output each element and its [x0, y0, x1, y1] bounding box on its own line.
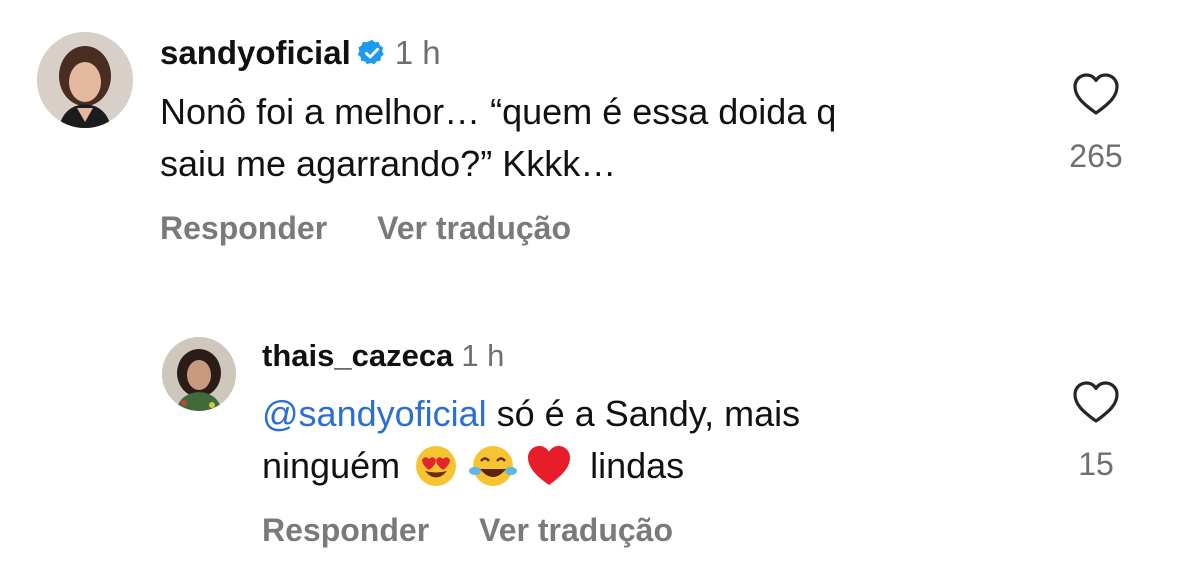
username[interactable]: sandyoficial [160, 34, 351, 71]
comment-actions: Responder Ver tradução [262, 512, 673, 549]
username[interactable]: thais_cazeca [262, 338, 453, 373]
mention-link[interactable]: @sandyoficial [262, 393, 487, 434]
translate-button[interactable]: Ver tradução [377, 210, 571, 246]
timestamp: 1 h [461, 338, 505, 373]
comment-text: @sandyoficial só é a Sandy, mais ninguém… [262, 388, 1022, 492]
timestamp: 1 h [394, 34, 441, 71]
reply-button[interactable]: Responder [262, 512, 429, 548]
red-heart-emoji-icon [528, 446, 571, 485]
comment-text-line: @sandyoficial só é a Sandy, mais [262, 388, 1022, 440]
comment-header: thais_cazeca 1 h [262, 338, 504, 374]
comment-text-line: saiu me agarrando?” Kkkk… [160, 143, 617, 184]
avatar-thais_cazeca[interactable] [162, 337, 236, 411]
comment-header: sandyoficial 1 h [160, 34, 441, 72]
heart-eyes-emoji-icon [416, 446, 457, 486]
comment-text-line: Nonô foi a melhor… “quem é essa doida q [160, 91, 837, 132]
like-count: 265 [1069, 138, 1123, 174]
comment-text-segment: só é a Sandy, mais [486, 393, 801, 434]
avatar-photo [37, 32, 133, 128]
like-control: 15 [1058, 380, 1134, 483]
translate-button[interactable]: Ver tradução [479, 512, 673, 548]
verified-badge-icon [357, 39, 384, 65]
comment-text-segment: lindas [590, 445, 685, 486]
heart-icon[interactable] [1072, 72, 1120, 116]
avatar-photo [162, 337, 236, 411]
comment-text: Nonô foi a melhor… “quem é essa doida q … [160, 86, 1020, 190]
tears-of-joy-emoji-icon [469, 446, 518, 486]
comment-actions: Responder Ver tradução [160, 210, 571, 247]
comment-text-segment: ninguém [262, 445, 401, 486]
comment-text-line: ninguém lindas [262, 440, 1022, 492]
like-control: 265 [1058, 72, 1134, 175]
heart-icon[interactable] [1072, 380, 1120, 424]
like-count: 15 [1078, 446, 1114, 482]
avatar-sandyoficial[interactable] [37, 32, 133, 128]
reply-button[interactable]: Responder [160, 210, 327, 246]
